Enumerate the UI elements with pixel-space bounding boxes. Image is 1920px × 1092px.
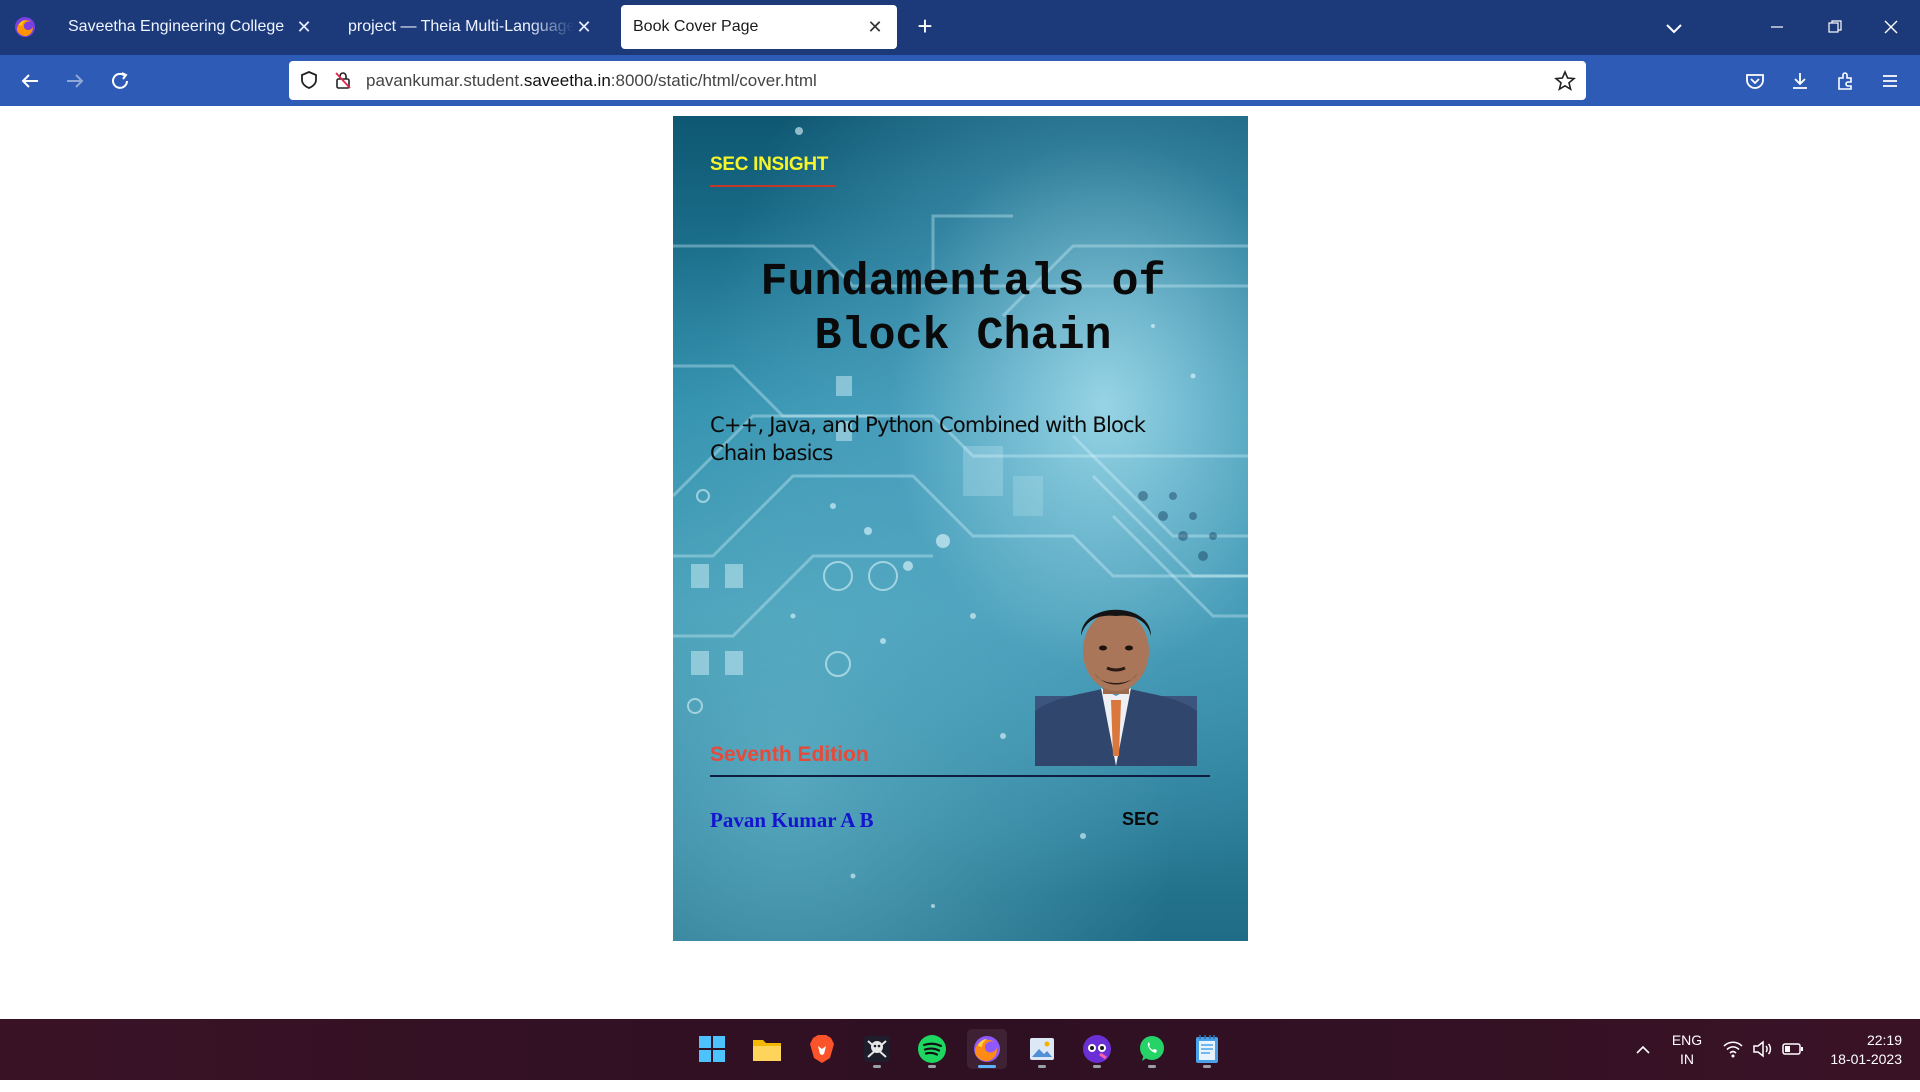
taskbar-brave[interactable] <box>802 1029 842 1069</box>
page-viewport: SEC INSIGHT Fundamentals of Block Chain … <box>0 106 1920 1019</box>
url-path: :8000/static/html/cover.html <box>610 71 817 90</box>
tab-label: Book Cover Page <box>633 18 759 35</box>
forward-arrow-icon[interactable] <box>61 67 89 95</box>
publisher-brand: SEC INSIGHT <box>710 154 829 175</box>
back-arrow-icon[interactable] <box>16 67 44 95</box>
firefox-menu-icon[interactable] <box>14 16 36 38</box>
url-text[interactable]: pavankumar.student.saveetha.in:8000/stat… <box>366 71 817 91</box>
chevron-down-icon[interactable] <box>1662 16 1686 40</box>
wifi-icon[interactable] <box>1722 1039 1744 1059</box>
publisher-name: SEC <box>1122 809 1160 829</box>
running-indicator <box>1093 1065 1101 1068</box>
pirate-app-icon <box>864 1036 890 1062</box>
running-indicator <box>1148 1065 1156 1068</box>
tab-label: project — Theia Multi-Language Example <box>348 18 574 35</box>
extensions-puzzle-icon[interactable] <box>1832 67 1860 95</box>
taskbar: ENG IN 22:19 18-01-2023 <box>0 1019 1920 1080</box>
language-region: IN <box>1680 1051 1694 1067</box>
chevron-up-icon[interactable] <box>1634 1041 1652 1059</box>
clock-date: 18-01-2023 <box>1830 1051 1902 1067</box>
url-host-prefix: pavankumar.student. <box>366 71 524 90</box>
tracking-shield-icon[interactable] <box>299 70 319 90</box>
address-bar[interactable]: pavankumar.student.saveetha.in:8000/stat… <box>289 61 1586 100</box>
start-button[interactable] <box>692 1029 732 1069</box>
tab-strip: Saveetha Engineering College ✕ project —… <box>0 0 1920 55</box>
url-host: saveetha.in <box>523 71 611 90</box>
close-icon[interactable]: ✕ <box>294 17 314 37</box>
insecure-lock-icon[interactable] <box>333 70 353 90</box>
running-indicator <box>1038 1065 1046 1068</box>
input-language[interactable]: ENG IN <box>1670 1031 1704 1092</box>
taskbar-spotify[interactable] <box>912 1029 952 1069</box>
close-icon[interactable]: ✕ <box>865 17 885 37</box>
brave-browser-icon <box>810 1035 834 1063</box>
bookmark-star-icon[interactable] <box>1554 70 1576 92</box>
book-cover: SEC INSIGHT Fundamentals of Block Chain … <box>673 116 1248 941</box>
language-code: ENG <box>1671 1032 1703 1048</box>
running-indicator <box>873 1065 881 1068</box>
downloads-icon[interactable] <box>1786 67 1814 95</box>
running-indicator <box>978 1065 996 1068</box>
whatsapp-icon <box>1140 1036 1164 1061</box>
taskbar-notepad[interactable] <box>1187 1029 1227 1069</box>
battery-icon[interactable] <box>1782 1041 1804 1057</box>
tab-label: Saveetha Engineering College <box>68 18 285 35</box>
image-viewer-icon <box>1030 1038 1054 1060</box>
navigation-toolbar: pavankumar.student.saveetha.in:8000/stat… <box>0 55 1920 106</box>
edition-label: Seventh Edition <box>710 743 869 766</box>
taskbar-firefox[interactable] <box>967 1029 1007 1069</box>
tab-saveetha[interactable]: Saveetha Engineering College ✕ <box>56 5 326 49</box>
file-explorer-icon <box>753 1040 781 1061</box>
restore-icon[interactable] <box>1820 12 1850 42</box>
notepad-icon <box>1196 1035 1218 1063</box>
book-title: Fundamentals of Block Chain <box>760 257 1166 362</box>
taskbar-game-app[interactable] <box>1077 1029 1117 1069</box>
running-indicator <box>1203 1065 1211 1068</box>
volume-icon[interactable] <box>1752 1039 1774 1059</box>
taskbar-whatsapp[interactable] <box>1132 1029 1172 1069</box>
author-name: Pavan Kumar A B <box>710 808 874 832</box>
author-photo <box>1035 609 1197 766</box>
book-subtitle: C++, Java, and Python Combined with Bloc… <box>710 413 1146 465</box>
taskbar-pirate-app[interactable] <box>857 1029 897 1069</box>
tab-book-cover[interactable]: Book Cover Page ✕ <box>621 5 897 49</box>
clock[interactable]: 22:19 18-01-2023 <box>1818 1031 1902 1092</box>
game-app-icon <box>1083 1035 1111 1063</box>
pocket-icon[interactable] <box>1741 67 1769 95</box>
window-close-icon[interactable] <box>1876 12 1906 42</box>
taskbar-file-explorer[interactable] <box>747 1029 787 1069</box>
close-icon[interactable]: ✕ <box>574 17 594 37</box>
taskbar-image-viewer[interactable] <box>1022 1029 1062 1069</box>
clock-time: 22:19 <box>1866 1032 1902 1048</box>
edition-divider <box>710 775 1210 777</box>
minimize-icon[interactable] <box>1762 12 1792 42</box>
brand-underline <box>710 185 835 187</box>
hamburger-menu-icon[interactable] <box>1876 67 1904 95</box>
firefox-icon <box>974 1036 1000 1062</box>
start-icon <box>699 1036 725 1062</box>
reload-icon[interactable] <box>106 67 134 95</box>
new-tab-plus-icon[interactable]: + <box>912 13 938 40</box>
spotify-icon <box>918 1035 946 1063</box>
running-indicator <box>928 1065 936 1068</box>
tab-theia-project[interactable]: project — Theia Multi-Language Example ✕ <box>336 5 606 49</box>
